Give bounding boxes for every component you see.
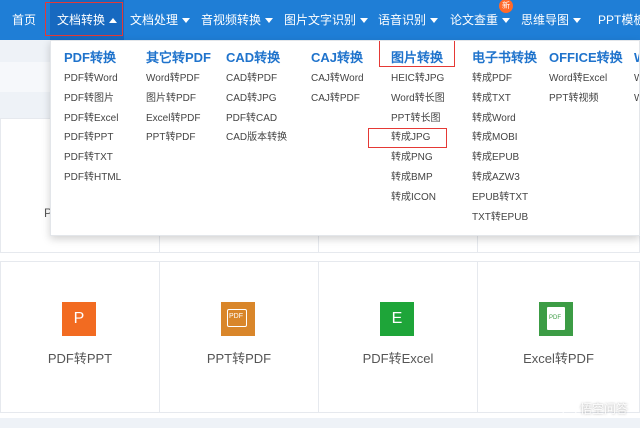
menu-column-title: W	[634, 47, 639, 69]
watermark: 悟空问答	[561, 400, 628, 418]
chevron-down-icon	[265, 18, 274, 24]
menu-item[interactable]: W	[634, 89, 639, 109]
nav-av-convert[interactable]: 音视频转换	[201, 0, 274, 40]
menu-item[interactable]: W	[634, 69, 639, 89]
menu-item[interactable]: CAJ转Word	[311, 69, 364, 89]
menu-item[interactable]: CAJ转PDF	[311, 89, 364, 109]
menu-item[interactable]: PPT转长图	[391, 109, 445, 129]
menu-item[interactable]: HEIC转JPG	[391, 69, 445, 89]
menu-column-caj: CAJ转换 CAJ转Word CAJ转PDF	[311, 47, 364, 109]
image-convert-highlight-box	[379, 41, 455, 67]
menu-item[interactable]: 转成PDF	[472, 69, 537, 89]
nav-ppt-template[interactable]: PPT模板	[598, 0, 640, 40]
card-label: PDF转Excel	[362, 351, 434, 366]
menu-item[interactable]: 图片转PDF	[146, 89, 211, 109]
nav-mindmap[interactable]: 思维导图	[521, 0, 582, 40]
menu-column-title: PDF转换	[64, 50, 117, 65]
tool-card-ppt-to-pdf[interactable]: PDF PPT转PDF	[159, 261, 319, 413]
tool-card-excel-to-pdf[interactable]: PDF Excel转PDF	[477, 261, 640, 413]
nav-doc-process[interactable]: 文档处理	[130, 0, 191, 40]
card-label: Excel转PDF	[523, 351, 594, 366]
menu-item[interactable]: 转成MOBI	[472, 128, 537, 148]
menu-column-title: 其它转PDF	[146, 50, 212, 65]
wukong-logo-icon	[561, 402, 577, 418]
menu-item[interactable]: PPT转PDF	[146, 128, 211, 148]
nav-speech[interactable]: 语音识别	[378, 0, 439, 40]
chevron-down-icon	[502, 18, 511, 24]
tool-card-pdf-to-excel[interactable]: E PDF转Excel	[318, 261, 478, 413]
menu-item[interactable]: Word转Excel	[549, 69, 623, 89]
menu-column-title: CAD转换	[226, 50, 281, 65]
menu-item[interactable]: PDF转TXT	[64, 148, 121, 168]
top-nav: 首页 文档转换 文档处理 音视频转换 图片文字识别 语音识别 论文查重 思维导图…	[0, 0, 640, 40]
menu-column-pdf: PDF转换 PDF转Word PDF转图片 PDF转Excel PDF转PPT …	[64, 47, 121, 188]
menu-item[interactable]: 转成ICON	[391, 188, 445, 208]
new-badge: 新	[499, 0, 513, 13]
menu-item[interactable]: PDF转Word	[64, 69, 121, 89]
menu-item[interactable]: 转成TXT	[472, 89, 537, 109]
menu-item[interactable]: 转成Word	[472, 109, 537, 129]
menu-item[interactable]: PDF转HTML	[64, 168, 121, 188]
menu-column-title: 电子书转换	[472, 50, 538, 65]
menu-item[interactable]: PDF转Excel	[64, 109, 121, 129]
menu-column-title: CAJ转换	[311, 50, 364, 65]
nav-highlight-box	[45, 2, 123, 36]
menu-item[interactable]: CAD版本转换	[226, 128, 287, 148]
menu-item[interactable]: 转成BMP	[391, 168, 445, 188]
menu-item[interactable]: Excel转PDF	[146, 109, 211, 129]
to-jpg-highlight-box	[368, 128, 447, 148]
menu-item[interactable]: PDF转PPT	[64, 128, 121, 148]
menu-item[interactable]: CAD转JPG	[226, 89, 287, 109]
excel-file-icon: E	[380, 302, 414, 336]
menu-item[interactable]: PDF转图片	[64, 89, 121, 109]
chevron-down-icon	[182, 18, 191, 24]
ppt-file-icon: P	[62, 302, 96, 336]
menu-item[interactable]: Word转长图	[391, 89, 445, 109]
chevron-down-icon	[573, 18, 582, 24]
menu-column-to-pdf: 其它转PDF Word转PDF 图片转PDF Excel转PDF PPT转PDF	[146, 47, 211, 148]
chevron-down-icon	[430, 18, 439, 24]
tool-card-pdf-to-ppt[interactable]: P PDF转PPT	[0, 261, 160, 413]
menu-item[interactable]: 转成PNG	[391, 148, 445, 168]
menu-item[interactable]: PPT转视频	[549, 89, 623, 109]
menu-item[interactable]: EPUB转TXT	[472, 188, 537, 208]
menu-item[interactable]: Word转PDF	[146, 69, 211, 89]
card-label: PPT转PDF	[206, 351, 272, 366]
menu-column-title: OFFICE转换	[549, 50, 623, 65]
menu-column-partial: W W W	[634, 47, 639, 109]
menu-column-office: OFFICE转换 Word转Excel PPT转视频	[549, 47, 623, 109]
menu-item[interactable]: CAD转PDF	[226, 69, 287, 89]
menu-item[interactable]: 转成EPUB	[472, 148, 537, 168]
menu-column-ebook: 电子书转换 转成PDF 转成TXT 转成Word 转成MOBI 转成EPUB 转…	[472, 47, 537, 227]
menu-column-cad: CAD转换 CAD转PDF CAD转JPG PDF转CAD CAD版本转换	[226, 47, 287, 148]
nav-ocr[interactable]: 图片文字识别	[284, 0, 369, 40]
card-label: PDF转PPT	[47, 351, 113, 366]
pdf-file-icon: PDF	[539, 302, 573, 336]
doc-convert-dropdown: PDF转换 PDF转Word PDF转图片 PDF转Excel PDF转PPT …	[50, 40, 640, 236]
chevron-down-icon	[360, 18, 369, 24]
menu-item[interactable]: 转成AZW3	[472, 168, 537, 188]
pdf-file-icon: PDF	[221, 302, 255, 336]
menu-item[interactable]: TXT转EPUB	[472, 208, 537, 228]
nav-home[interactable]: 首页	[12, 0, 36, 40]
menu-item[interactable]: PDF转CAD	[226, 109, 287, 129]
